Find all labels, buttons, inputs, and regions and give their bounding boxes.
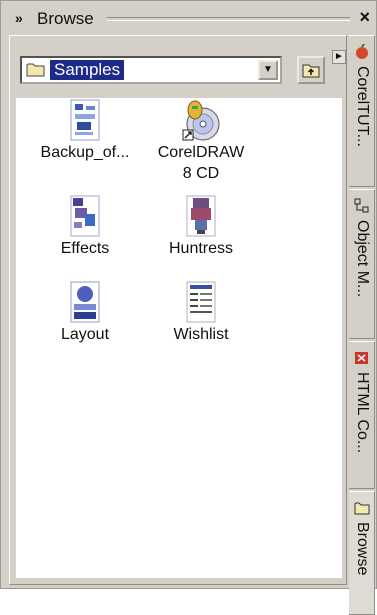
tab-html-converter[interactable]: HTML Co...: [349, 341, 375, 489]
tab-browse[interactable]: Browse: [349, 491, 375, 615]
docker-tabs: CorelTUT... Object M... HTML Co... Brows…: [349, 35, 375, 615]
tab-label: CorelTUT...: [354, 66, 371, 147]
tab-label: Browse: [354, 522, 371, 576]
browse-panel: Samples ▼ ► Backup_of... CorelDRAW 8 CD …: [9, 35, 347, 585]
up-folder-icon: [302, 64, 320, 78]
file-name: Wishlist: [173, 326, 229, 343]
tab-label: HTML Co...: [354, 372, 371, 454]
browse-docker: » Browse × Samples ▼ ► Backup_of... Core…: [0, 0, 377, 615]
file-name: Layout: [60, 326, 110, 343]
file-list: Backup_of... CorelDRAW 8 CD Effects Hunt…: [16, 98, 342, 578]
location-value: Samples: [50, 60, 125, 80]
document-thumbnail-icon: [70, 281, 100, 323]
file-name: CorelDRAW 8 CD: [157, 144, 245, 182]
docker-title: Browse: [37, 9, 94, 28]
tab-object-manager[interactable]: Object M...: [349, 189, 375, 339]
file-name: Backup_of...: [40, 144, 130, 161]
file-name: Effects: [60, 240, 110, 257]
document-thumbnail-icon: [70, 195, 100, 237]
folder-icon: [354, 502, 370, 515]
title-bar[interactable]: » Browse ×: [7, 7, 372, 31]
corel-icon: [356, 44, 368, 59]
list-item[interactable]: Backup_of...: [25, 98, 145, 163]
list-item[interactable]: Layout: [25, 280, 145, 345]
tab-label: Object M...: [354, 220, 371, 298]
close-icon[interactable]: ×: [359, 7, 370, 28]
list-item[interactable]: Wishlist: [141, 280, 261, 345]
document-thumbnail-icon: [70, 99, 100, 141]
document-thumbnail-icon: [186, 195, 216, 237]
chevron-down-icon[interactable]: ▼: [258, 60, 278, 80]
location-combobox[interactable]: Samples ▼: [20, 56, 282, 84]
document-thumbnail-icon: [186, 281, 216, 323]
file-name: Huntress: [168, 240, 234, 257]
folder-icon: [26, 63, 45, 77]
list-item[interactable]: Effects: [25, 194, 145, 259]
html-icon: [355, 352, 368, 364]
docker-menu-button[interactable]: ►: [332, 50, 346, 64]
object-manager-icon: [354, 198, 369, 213]
list-item[interactable]: CorelDRAW 8 CD: [141, 98, 261, 184]
up-folder-button[interactable]: [297, 56, 325, 84]
tab-coreltut[interactable]: CorelTUT...: [349, 35, 375, 187]
cd-disc-icon: [182, 100, 220, 141]
title-grip: [107, 17, 350, 21]
list-item[interactable]: Huntress: [141, 194, 261, 259]
collapse-arrow-icon[interactable]: »: [15, 10, 23, 26]
